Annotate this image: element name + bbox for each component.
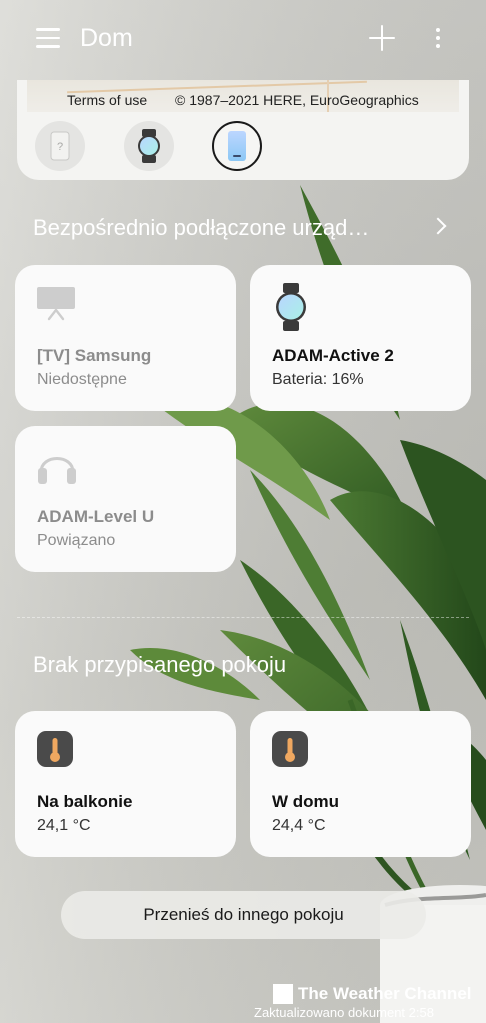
device-card-tv[interactable]: [TV] Samsung Niedostępne xyxy=(15,265,236,411)
device-name: ADAM-Active 2 xyxy=(272,346,394,365)
sensor-name: Na balkonie xyxy=(37,792,133,811)
device-name: [TV] Samsung xyxy=(37,346,152,365)
device-strip-unknown[interactable]: ? xyxy=(35,121,85,171)
weather-attribution: The Weather Channel xyxy=(273,983,472,1005)
thermometer-icon xyxy=(270,729,310,774)
device-status: Bateria: 16% xyxy=(272,371,364,388)
device-card-watch[interactable]: ADAM-Active 2 Bateria: 16% xyxy=(250,265,471,411)
page-title: Dom xyxy=(80,24,133,52)
last-updated-text: Zaktualizowano dokument 2:58 xyxy=(254,1005,434,1020)
thermometer-icon xyxy=(35,729,75,774)
sensor-card-balcony[interactable]: Na balkonie 24,1 °C xyxy=(15,711,236,857)
section-title-connected[interactable]: Bezpośrednio podłączone urząd… xyxy=(33,215,369,241)
device-name: ADAM-Level U xyxy=(37,507,155,526)
watch-icon xyxy=(138,129,160,163)
chevron-right-icon[interactable] xyxy=(429,217,447,235)
sensor-card-home[interactable]: W domu 24,4 °C xyxy=(250,711,471,857)
device-strip-phone[interactable] xyxy=(212,121,262,171)
map-copyright: © 1987–2021 HERE, EuroGeographics xyxy=(175,92,419,108)
weather-channel-logo-icon xyxy=(273,984,293,1004)
more-options-icon[interactable] xyxy=(430,26,446,50)
watch-icon xyxy=(270,283,314,338)
tv-icon xyxy=(35,283,79,328)
sensor-name: W domu xyxy=(272,792,340,811)
unknown-phone-icon: ? xyxy=(50,131,70,161)
top-app-bar: Dom xyxy=(0,0,486,80)
device-strip-watch[interactable] xyxy=(124,121,174,171)
section-title-unassigned: Brak przypisanego pokoju xyxy=(33,652,287,677)
device-status: Powiązano xyxy=(37,532,116,549)
menu-icon[interactable] xyxy=(36,28,60,48)
svg-text:?: ? xyxy=(57,141,63,153)
add-icon[interactable] xyxy=(369,25,395,51)
sensor-temperature: 24,1 °C xyxy=(37,817,91,834)
map-terms-link[interactable]: Terms of use xyxy=(67,92,147,108)
sensor-temperature: 24,4 °C xyxy=(272,817,326,834)
section-divider xyxy=(17,617,469,618)
move-to-room-button[interactable]: Przenieś do innego pokoju xyxy=(61,891,426,939)
headphones-icon xyxy=(35,444,79,493)
device-card-headphones[interactable]: ADAM-Level U Powiązano xyxy=(15,426,236,572)
phone-icon xyxy=(228,131,246,161)
device-status: Niedostępne xyxy=(37,371,127,388)
weather-brand: The Weather Channel xyxy=(298,984,472,1003)
